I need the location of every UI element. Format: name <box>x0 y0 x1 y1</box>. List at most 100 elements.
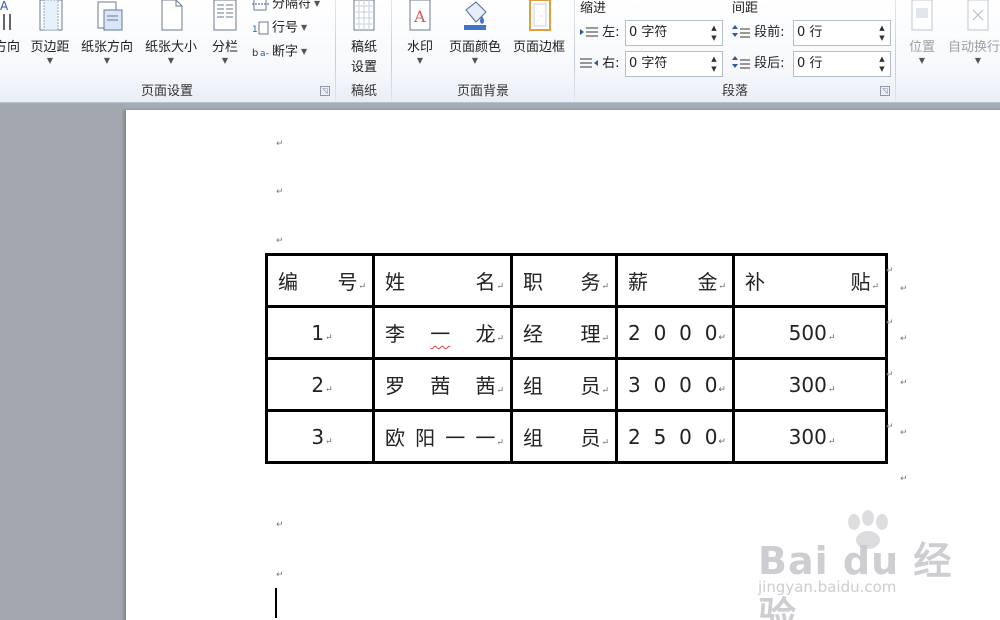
paragraph-mark: ↵ <box>276 187 284 197</box>
columns-button[interactable]: 分栏 ▼ <box>206 0 244 80</box>
row-end-mark: ↵ <box>900 474 908 484</box>
header-cell-title[interactable]: 职务↵ <box>510 253 618 308</box>
cell-name[interactable]: 欧阳一一↵ <box>372 409 513 464</box>
indent-heading: 缩进 <box>580 1 607 16</box>
cell-allowance[interactable]: 300↵ <box>732 409 888 464</box>
watermark-label: 水印 <box>406 40 433 55</box>
cell-salary[interactable]: 2 0 0 0↵ <box>615 305 735 360</box>
page-setup-dialog-launcher-icon[interactable]: ◹ <box>320 86 330 96</box>
cell-name[interactable]: 罗茜茜↵ <box>372 357 513 412</box>
paragraph-dialog-launcher-icon[interactable]: ◹ <box>880 86 890 96</box>
text-direction-icon: A <box>0 0 11 30</box>
wrap-text-icon <box>967 0 989 31</box>
document-left-gutter <box>0 104 124 620</box>
cell-allowance[interactable]: 300↵ <box>732 357 888 412</box>
chevron-down-icon: ▼ <box>103 56 111 65</box>
paper-size-label: 纸张大小 <box>144 40 197 55</box>
cell-title[interactable]: 经理↵ <box>510 305 618 360</box>
line-numbers-label: 行号 <box>272 20 299 36</box>
table-row: 3↵ 欧阳一一↵ 组员↵ 2 5 0 0↵ 300↵ <box>265 409 888 464</box>
header-cell-id[interactable]: 编号↵ <box>265 253 375 308</box>
position-button[interactable]: 位置 ▼ <box>902 0 942 80</box>
header-cell-allowance[interactable]: 补贴↵ <box>732 253 888 308</box>
spacing-after-icon <box>732 55 750 68</box>
cell-salary[interactable]: 3 0 0 0↵ <box>615 357 735 412</box>
manuscript-label-line1: 稿纸 <box>350 40 377 55</box>
spacing-after-label: 段后: <box>732 51 785 77</box>
page-color-label: 页面颜色 <box>448 40 501 55</box>
orientation-button[interactable]: A 方向 <box>0 0 24 80</box>
paragraph-group-label: 段落 <box>721 84 748 99</box>
page-color-button[interactable]: 页面颜色 ▼ <box>444 0 506 80</box>
cell-id[interactable]: 3↵ <box>265 409 375 464</box>
cell-id[interactable]: 2↵ <box>265 357 375 412</box>
svg-text:A: A <box>0 0 9 13</box>
chevron-down-icon: ▼ <box>314 0 321 8</box>
watermark-button[interactable]: A 水印 ▼ <box>400 0 440 80</box>
manuscript-label-line2: 设置 <box>350 60 377 75</box>
margins-label: 页边距 <box>30 40 70 55</box>
chevron-down-icon: ▼ <box>471 56 479 65</box>
position-label: 位置 <box>908 40 935 55</box>
text-caret <box>275 588 277 618</box>
cell-salary[interactable]: 2 5 0 0↵ <box>615 409 735 464</box>
line-numbers-button[interactable]: 1 行号 ▼ <box>252 18 307 38</box>
cell-name[interactable]: 李一龙↵ <box>372 305 513 360</box>
indent-right-input[interactable]: 0 字符 ▲ ▼ <box>625 51 723 77</box>
paper-orientation-button[interactable]: 纸张方向 ▼ <box>76 0 138 80</box>
spinner-arrows-icon[interactable]: ▲ ▼ <box>710 54 718 74</box>
hyphenation-icon: b a- <box>252 48 269 59</box>
indent-left-label: 左: <box>580 20 620 46</box>
header-cell-salary[interactable]: 薪金↵ <box>615 253 735 308</box>
breaks-icon <box>252 0 270 11</box>
spinner-arrows-icon[interactable]: ▲ ▼ <box>710 23 718 43</box>
paragraph-mark: ↵ <box>276 236 284 246</box>
paper-orientation-label: 纸张方向 <box>80 40 133 55</box>
spacing-before-input[interactable]: 0 行 ▲ ▼ <box>793 20 891 46</box>
ribbon-group-divider <box>335 0 336 101</box>
paper-size-button[interactable]: 纸张大小 ▼ <box>140 0 202 80</box>
paper-orientation-icon <box>97 1 123 31</box>
cell-allowance[interactable]: 500↵ <box>732 305 888 360</box>
manuscript-group-label: 稿纸 <box>350 84 377 99</box>
spacing-after-input[interactable]: 0 行 ▲ ▼ <box>793 51 891 77</box>
page-borders-label: 页面边框 <box>512 40 565 55</box>
header-cell-name[interactable]: 姓名↵ <box>372 253 513 308</box>
spinner-arrows-icon[interactable]: ▲ ▼ <box>878 54 886 74</box>
breaks-button[interactable]: 分隔符 ▼ <box>252 0 320 14</box>
paint-bucket-icon <box>464 1 487 30</box>
row-end-mark: ↵ <box>900 284 908 294</box>
margins-button[interactable]: 页边距 ▼ <box>26 0 74 80</box>
watermark-icon: A <box>409 0 431 31</box>
cell-id[interactable]: 1↵ <box>265 305 375 360</box>
row-end-mark: ↵ <box>900 428 908 438</box>
svg-text:1: 1 <box>252 25 258 35</box>
chevron-down-icon: ▼ <box>301 47 308 56</box>
table-row: 1↵ 李一龙↵ 经理↵ 2 0 0 0↵ 500↵ <box>265 305 888 360</box>
watermark-brand: Bai du 经验 <box>758 539 953 620</box>
spacing-before-icon <box>732 24 750 37</box>
cell-title[interactable]: 组员↵ <box>510 409 618 464</box>
indent-right-icon <box>580 58 598 67</box>
spinner-arrows-icon[interactable]: ▲ ▼ <box>878 23 886 43</box>
manuscript-grid-icon <box>353 0 375 31</box>
row-end-mark: ↵ <box>900 378 908 388</box>
chevron-down-icon: ▼ <box>974 56 982 65</box>
columns-label: 分栏 <box>211 40 238 55</box>
wrap-text-button[interactable]: 自动换行 ▼ <box>946 0 1000 80</box>
paragraph-mark: ↵ <box>276 139 284 149</box>
salary-table[interactable]: 编号↵ 姓名↵ 职务↵ 薪金↵ 补贴↵ 1↵ 李一龙↵ 经理↵ 2 0 0 0↵ 50… <box>265 253 888 464</box>
position-icon <box>911 0 933 31</box>
cell-title[interactable]: 组员↵ <box>510 357 618 412</box>
svg-text:b: b <box>252 48 258 59</box>
chevron-down-icon: ▼ <box>301 23 308 32</box>
chevron-down-icon: ▼ <box>416 56 424 65</box>
spacing-before-label: 段前: <box>732 20 785 46</box>
chevron-down-icon: ▼ <box>46 56 54 65</box>
svg-text:A: A <box>413 7 426 26</box>
page-borders-button[interactable]: 页面边框 <box>508 0 570 80</box>
svg-text:a-: a- <box>260 49 269 59</box>
hyphenation-button[interactable]: b a- 断字 ▼ <box>252 42 307 62</box>
manuscript-settings-button[interactable]: 稿纸 设置 <box>343 0 385 80</box>
indent-left-input[interactable]: 0 字符 ▲ ▼ <box>625 20 723 46</box>
